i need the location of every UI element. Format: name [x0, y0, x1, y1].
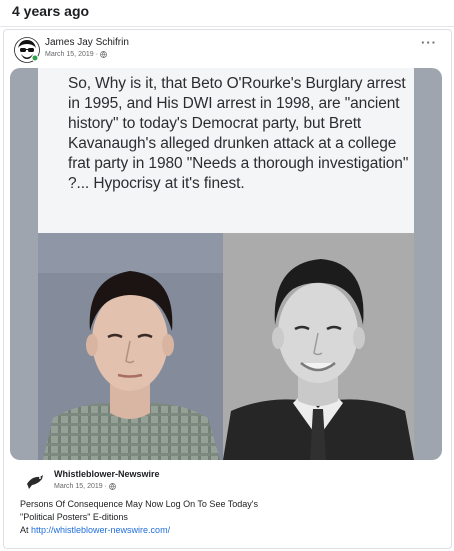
source-text-line3: At http://whistleblower-newswire.com/ — [20, 524, 420, 537]
quote-text: So, Why is it, that Beto O'Rourke's Burg… — [68, 75, 409, 192]
mugshot-photo — [38, 233, 223, 460]
source-date[interactable]: March 15, 2019 · — [54, 483, 107, 490]
source-text-line2: "Political Posters" E-ditions — [20, 512, 128, 522]
yearbook-illustration — [223, 233, 414, 460]
mugshot-illustration — [38, 233, 223, 460]
shared-post-preview[interactable]: Whistleblower-Newswire March 15, 2019 · … — [10, 460, 442, 545]
globe-icon — [109, 483, 116, 490]
quote-panel: So, Why is it, that Beto O'Rourke's Burg… — [38, 68, 414, 233]
more-options-icon: ··· — [421, 35, 437, 50]
source-meta: March 15, 2019 · — [54, 483, 116, 490]
cartoon-face-icon — [14, 37, 40, 63]
source-avatar[interactable] — [24, 470, 46, 492]
source-description: Persons Of Consequence May Now Log On To… — [20, 498, 420, 537]
whistleblower-logo-icon — [24, 470, 46, 492]
source-at-label: At — [20, 525, 32, 535]
post-author-name[interactable]: James Jay Schifrin — [45, 37, 129, 48]
post-meta: March 15, 2019 · — [45, 51, 107, 58]
source-text-line1: Persons Of Consequence May Now Log On To… — [20, 499, 259, 509]
memory-label: 4 years ago — [12, 3, 90, 19]
shared-image[interactable]: So, Why is it, that Beto O'Rourke's Burg… — [10, 68, 442, 460]
divider — [0, 26, 454, 27]
author-avatar[interactable] — [14, 37, 40, 63]
more-options-button[interactable]: ··· — [418, 35, 440, 51]
post-date[interactable]: March 15, 2019 · — [45, 51, 98, 58]
yearbook-photo — [223, 233, 414, 460]
globe-icon — [100, 51, 107, 58]
source-name[interactable]: Whistleblower-Newswire — [54, 469, 160, 479]
source-url-link[interactable]: http://whistleblower-newswire.com/ — [31, 525, 170, 535]
